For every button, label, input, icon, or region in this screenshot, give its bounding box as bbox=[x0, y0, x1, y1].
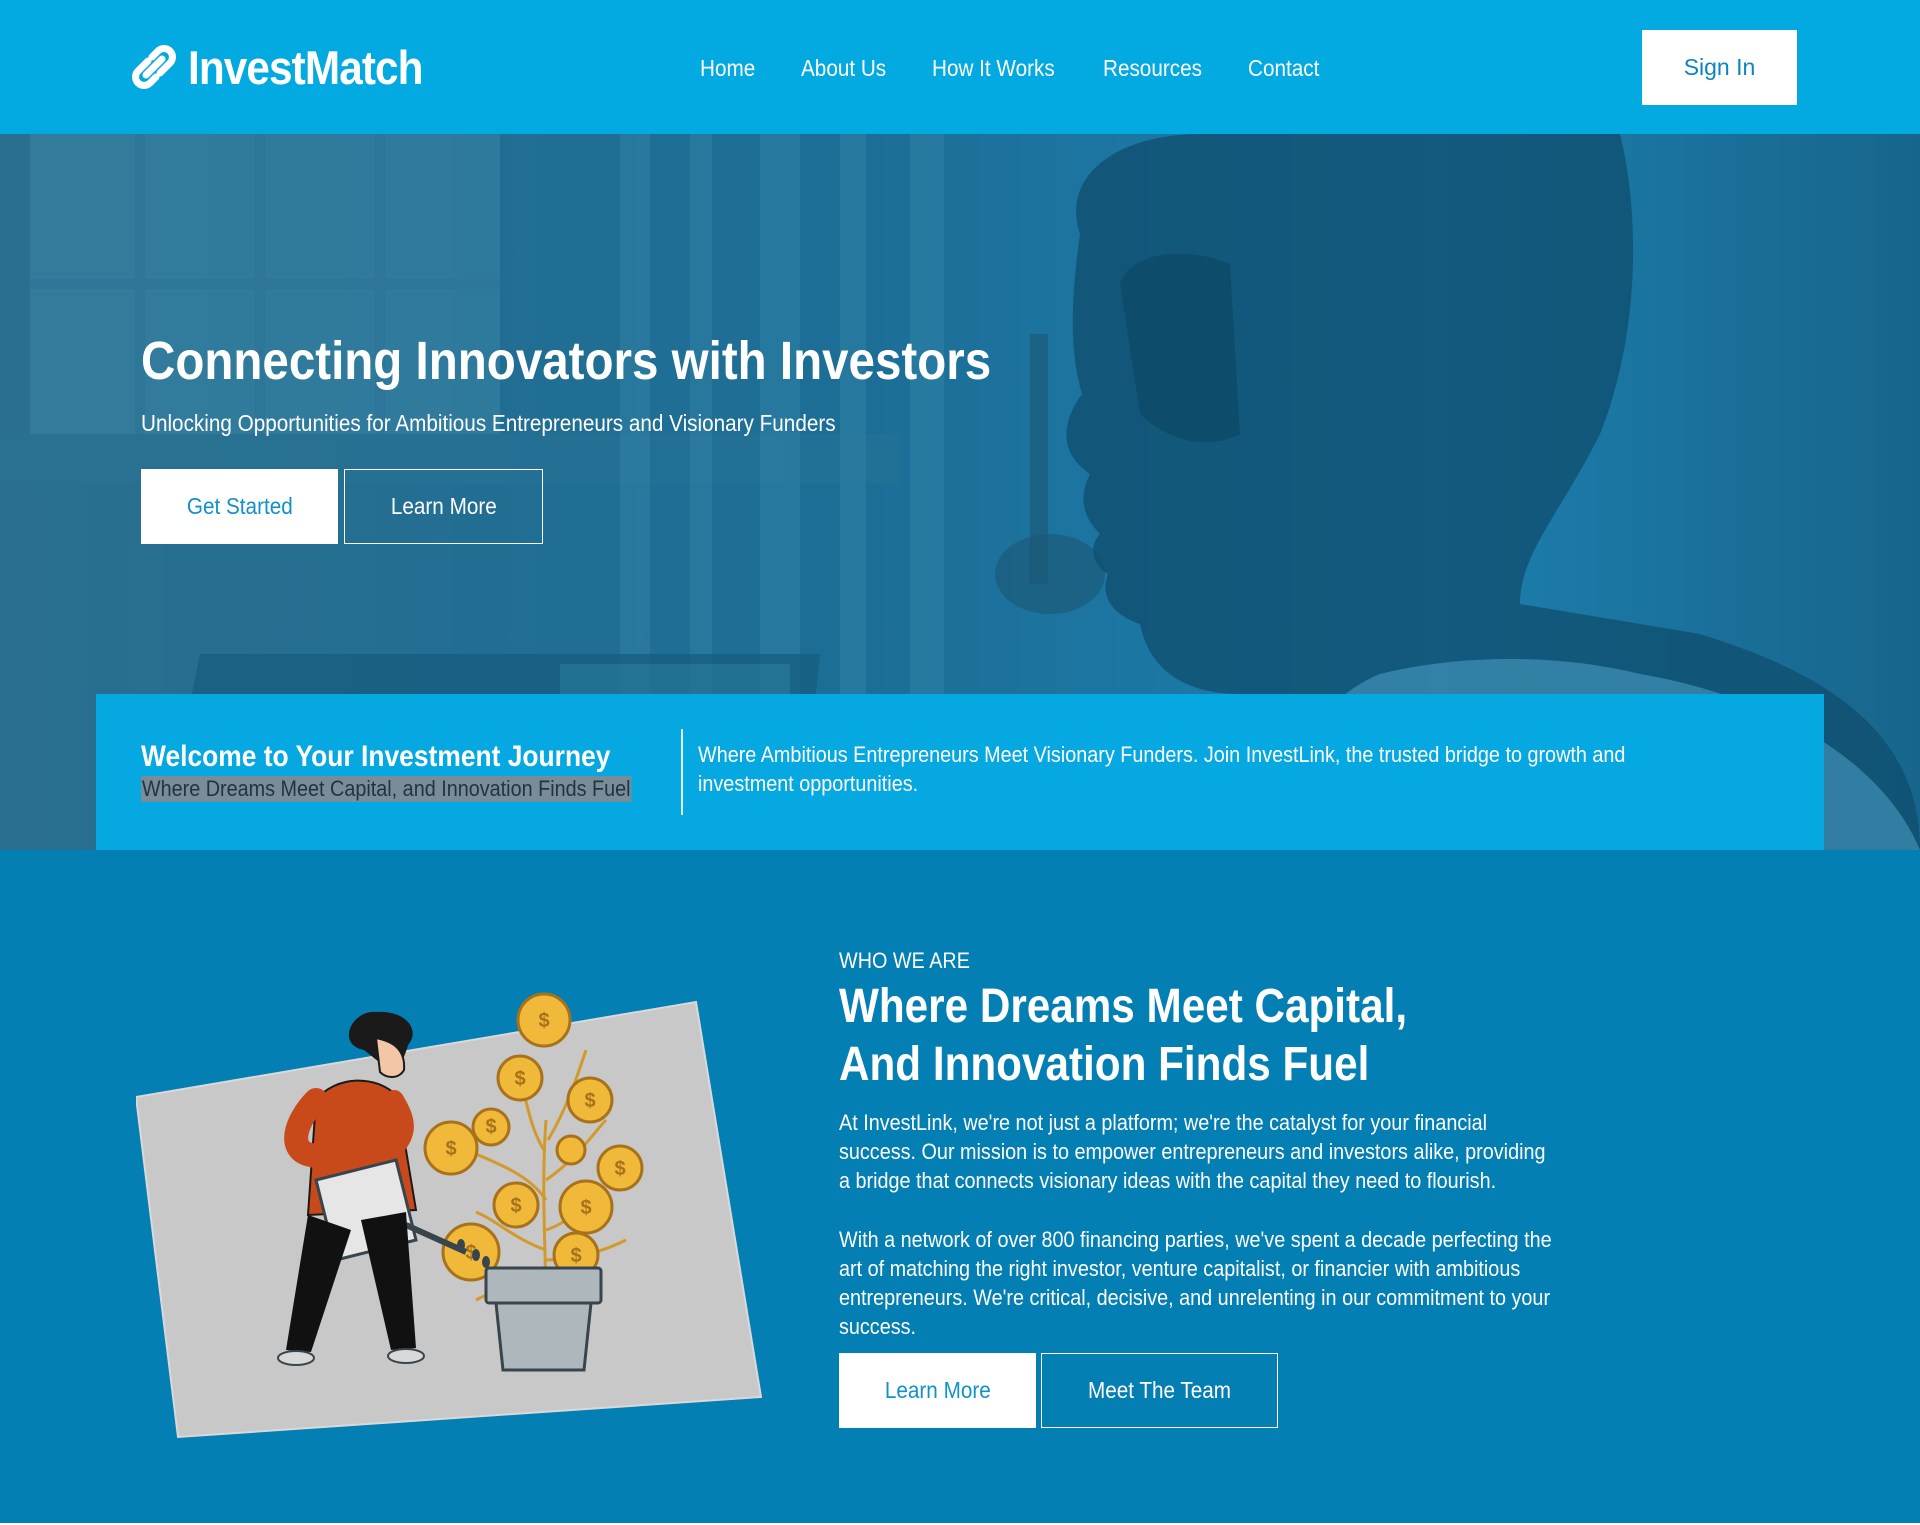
section-eyebrow: WHO WE ARE bbox=[839, 948, 970, 973]
logo[interactable]: InvestMatch bbox=[124, 38, 449, 96]
welcome-subtitle: Where Dreams Meet Capital, and Innovatio… bbox=[141, 776, 632, 802]
band-divider bbox=[681, 729, 683, 815]
nav-home[interactable]: Home bbox=[700, 55, 755, 82]
hero-learn-more-button[interactable]: Learn More bbox=[344, 469, 543, 544]
chain-link-icon bbox=[132, 45, 176, 89]
svg-text:$: $ bbox=[510, 1195, 521, 1217]
about-paragraph-1: At InvestLink, we're not just a platform… bbox=[839, 1110, 1546, 1193]
hero-learn-more-label: Learn More bbox=[390, 493, 497, 519]
who-we-are-section: $ $ $ $ $ $ $ $ $ $ WHO WE ARE Where Dreams Me… bbox=[0, 850, 1920, 1523]
svg-text:$: $ bbox=[514, 1068, 525, 1090]
svg-text:$: $ bbox=[445, 1138, 456, 1160]
about-paragraph-2: With a network of over 800 financing par… bbox=[839, 1227, 1552, 1339]
hero-title: Connecting Innovators with Investors bbox=[141, 331, 992, 391]
nav-contact[interactable]: Contact bbox=[1248, 55, 1319, 82]
get-started-label: Get Started bbox=[186, 493, 293, 519]
nav-resources[interactable]: Resources bbox=[1103, 55, 1202, 82]
nav-about-us[interactable]: About Us bbox=[801, 55, 886, 82]
svg-text:$: $ bbox=[538, 1010, 549, 1032]
logo-text: InvestMatch bbox=[188, 40, 423, 94]
site-header: InvestMatch Home About Us How It Works R… bbox=[0, 0, 1920, 134]
get-started-button[interactable]: Get Started bbox=[141, 469, 338, 544]
main-nav: Home About Us How It Works Resources Con… bbox=[700, 48, 1322, 88]
about-title: Where Dreams Meet Capital, And Innovatio… bbox=[839, 980, 1408, 1091]
svg-text:$: $ bbox=[570, 1245, 581, 1267]
money-tree-illustration: $$$ $$$ $ $$ $ bbox=[136, 992, 763, 1439]
svg-text:$: $ bbox=[485, 1116, 496, 1138]
svg-text:$: $ bbox=[580, 1197, 591, 1219]
svg-text:$: $ bbox=[584, 1090, 595, 1112]
about-learn-more-button[interactable]: Learn More bbox=[839, 1353, 1036, 1428]
about-learn-more-label: Learn More bbox=[884, 1377, 991, 1403]
nav-how-it-works[interactable]: How It Works bbox=[932, 55, 1055, 82]
welcome-title: Welcome to Your Investment Journey bbox=[141, 740, 611, 773]
welcome-text: Where Ambitious Entrepreneurs Meet Visio… bbox=[698, 742, 1626, 796]
svg-text:$: $ bbox=[614, 1158, 625, 1180]
welcome-band: Welcome to Your Investment Journey Where… bbox=[96, 694, 1824, 850]
meet-the-team-label: Meet The Team bbox=[1087, 1377, 1232, 1403]
meet-the-team-button[interactable]: Meet The Team bbox=[1041, 1353, 1278, 1428]
sign-in-button[interactable]: Sign In bbox=[1642, 30, 1797, 105]
hero-subtitle: Unlocking Opportunities for Ambitious En… bbox=[141, 410, 836, 436]
